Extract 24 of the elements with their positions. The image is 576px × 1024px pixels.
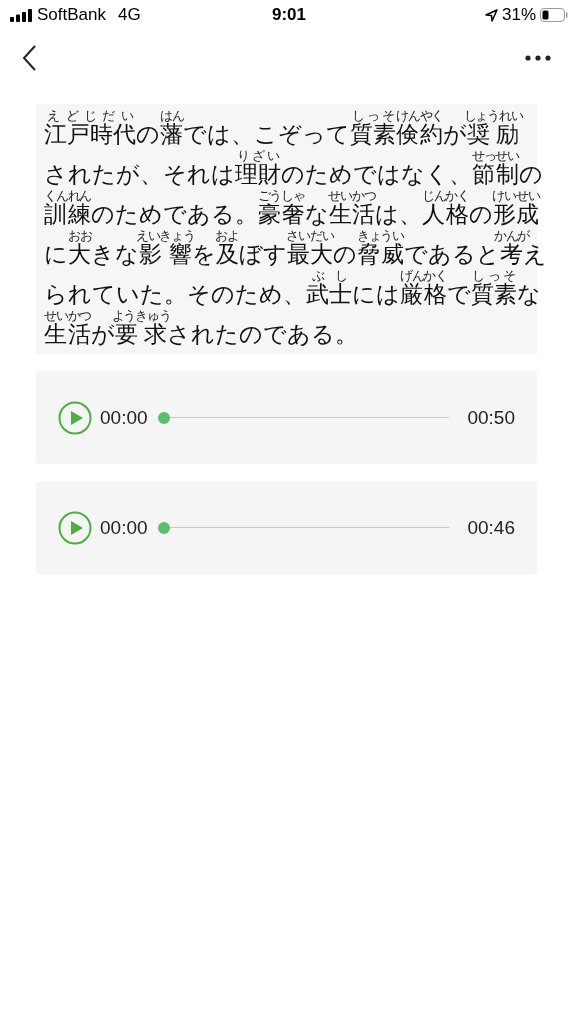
slider-thumb[interactable]	[157, 521, 170, 534]
network-type: 4G	[118, 5, 141, 25]
passage-line: られていた。そのため、武士 ぶし には厳格 げんかく で質素 しっそ な	[44, 268, 541, 308]
progress-slider[interactable]	[157, 521, 450, 534]
total-duration: 00:50	[467, 406, 515, 429]
battery-percentage: 31%	[501, 5, 536, 25]
passage-line: に大 おお きな影響 えいきょう を及 およ ぼす最大 さいだい の脅威 きょうい であると 考 かんが え	[44, 228, 548, 268]
more-button[interactable]	[525, 55, 551, 61]
total-duration: 00:46	[467, 516, 515, 539]
location-arrow-icon	[484, 8, 498, 22]
progress-slider[interactable]	[157, 411, 450, 424]
passage-line: 訓練 くんれん のためである。豪奢 ごうしゃ な生活 せいかつ は、人格 じんかく の形成 けいせい	[44, 188, 540, 228]
carrier-name: SoftBank	[37, 5, 106, 25]
elapsed-time: 00:00	[100, 406, 148, 429]
passage-line: 生活 せいかつ が要求 ようきゅう されたのである。	[44, 308, 359, 348]
clock-time: 9:01	[272, 5, 306, 25]
play-button[interactable]	[58, 400, 92, 435]
battery-icon	[540, 8, 568, 22]
play-button[interactable]	[58, 510, 92, 545]
slider-thumb[interactable]	[157, 411, 170, 424]
passage-line: 江戸時代 えどじだい の藩 はん では、こぞって 質素 しっそ 倹約 けんやく が奨励 しょうれい	[44, 108, 523, 148]
signal-icon	[10, 8, 33, 22]
passage-line: されたが、それは理財 りざい のためではなく、節制 せっせい の	[44, 148, 543, 188]
elapsed-time: 00:00	[100, 516, 148, 539]
